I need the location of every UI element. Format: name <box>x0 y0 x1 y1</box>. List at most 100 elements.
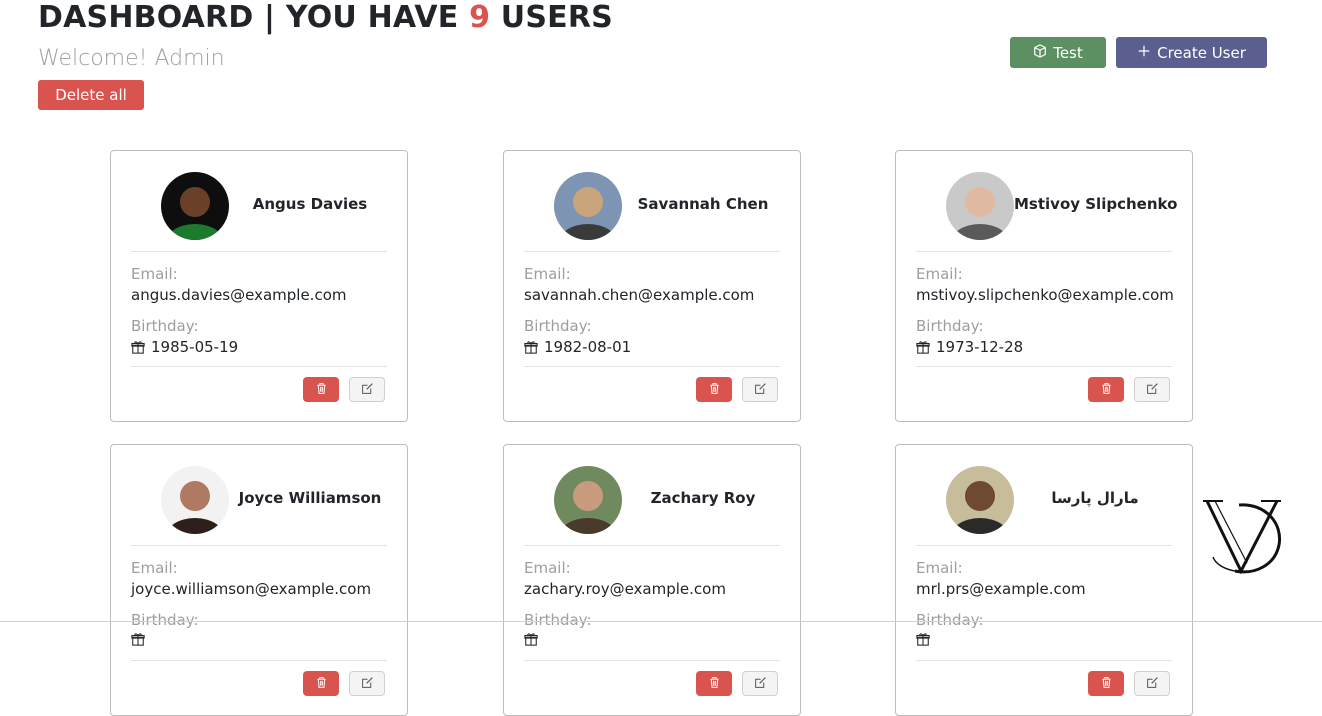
edit-icon <box>754 380 767 399</box>
edit-icon <box>1146 674 1159 693</box>
email-label: Email: <box>131 265 178 283</box>
trash-icon <box>1100 380 1113 399</box>
edit-user-button[interactable] <box>742 377 778 402</box>
edit-user-button[interactable] <box>349 671 385 696</box>
card-divider <box>916 660 1172 661</box>
email-label: Email: <box>916 265 963 283</box>
birthday-text: 1973-12-28 <box>936 338 1024 356</box>
avatar <box>554 172 622 240</box>
trash-icon <box>1100 674 1113 693</box>
plus-icon <box>1137 44 1151 62</box>
gift-icon <box>524 632 538 646</box>
logo <box>1195 483 1287 577</box>
edit-user-button[interactable] <box>1134 671 1170 696</box>
card-divider <box>524 366 780 367</box>
birthday-label: Birthday: <box>916 317 984 335</box>
avatar <box>946 172 1014 240</box>
delete-user-button[interactable] <box>1088 671 1124 696</box>
user-card: Joyce Williamson Email: joyce.williamson… <box>110 444 408 716</box>
page-bottom-divider <box>0 621 1322 622</box>
email-value: zachary.roy@example.com <box>524 580 726 598</box>
trash-icon <box>315 674 328 693</box>
edit-icon <box>1146 380 1159 399</box>
gift-icon <box>131 632 145 646</box>
title-prefix: DASHBOARD | YOU HAVE <box>38 0 470 35</box>
gift-icon <box>524 340 538 354</box>
email-label: Email: <box>131 559 178 577</box>
card-divider <box>131 545 387 546</box>
birthday-text: 1985-05-19 <box>151 338 239 356</box>
email-value: savannah.chen@example.com <box>524 286 755 304</box>
title-suffix: USERS <box>490 0 613 35</box>
user-name: Angus Davies <box>252 195 368 213</box>
avatar <box>946 466 1014 534</box>
delete-user-button[interactable] <box>1088 377 1124 402</box>
birthday-label: Birthday: <box>131 317 199 335</box>
card-divider <box>916 251 1172 252</box>
create-user-label: Create User <box>1157 43 1246 62</box>
birthday-text: 1982-08-01 <box>544 338 632 356</box>
delete-all-button[interactable]: Delete all <box>38 80 144 110</box>
delete-user-button[interactable] <box>696 671 732 696</box>
user-name: Mstivoy Slipchenko <box>1014 195 1178 213</box>
create-user-button[interactable]: Create User <box>1116 37 1267 68</box>
test-label: Test <box>1053 43 1083 62</box>
welcome-text: Welcome! Admin <box>38 46 225 71</box>
card-divider <box>131 366 387 367</box>
edit-user-button[interactable] <box>1134 377 1170 402</box>
gift-icon <box>916 340 930 354</box>
gift-icon <box>916 632 930 646</box>
email-value: joyce.williamson@example.com <box>131 580 372 598</box>
user-card: Angus Davies Email: angus.davies@example… <box>110 150 408 422</box>
trash-icon <box>708 674 721 693</box>
email-value: mstivoy.slipchenko@example.com <box>916 286 1174 304</box>
avatar <box>161 466 229 534</box>
trash-icon <box>315 380 328 399</box>
user-name: Savannah Chen <box>637 195 769 213</box>
user-card: Mstivoy Slipchenko Email: mstivoy.slipch… <box>895 150 1193 422</box>
email-value: mrl.prs@example.com <box>916 580 1086 598</box>
avatar <box>161 172 229 240</box>
birthday-label: Birthday: <box>524 611 592 629</box>
card-divider <box>524 545 780 546</box>
edit-user-button[interactable] <box>349 377 385 402</box>
email-label: Email: <box>524 559 571 577</box>
test-button[interactable]: Test <box>1010 37 1106 68</box>
user-name: مارال پارسا <box>1051 489 1139 507</box>
trash-icon <box>708 380 721 399</box>
birthday-value <box>916 632 936 646</box>
email-value: angus.davies@example.com <box>131 286 347 304</box>
birthday-value: 1982-08-01 <box>524 338 631 356</box>
birthday-label: Birthday: <box>524 317 592 335</box>
card-divider <box>524 251 780 252</box>
birthday-value <box>524 632 544 646</box>
user-card: مارال پارسا Email: mrl.prs@example.com B… <box>895 444 1193 716</box>
delete-all-label: Delete all <box>55 86 127 104</box>
delete-user-button[interactable] <box>303 377 339 402</box>
edit-icon <box>361 380 374 399</box>
user-name: Zachary Roy <box>650 489 756 507</box>
delete-user-button[interactable] <box>303 671 339 696</box>
gift-icon <box>131 340 145 354</box>
birthday-label: Birthday: <box>916 611 984 629</box>
card-divider <box>916 366 1172 367</box>
card-divider <box>916 545 1172 546</box>
user-card: Zachary Roy Email: zachary.roy@example.c… <box>503 444 801 716</box>
card-divider <box>131 660 387 661</box>
birthday-value <box>131 632 151 646</box>
page-title: DASHBOARD | YOU HAVE 9 USERS <box>38 0 613 36</box>
user-count: 9 <box>469 0 491 35</box>
email-label: Email: <box>524 265 571 283</box>
edit-icon <box>754 674 767 693</box>
edit-icon <box>361 674 374 693</box>
delete-user-button[interactable] <box>696 377 732 402</box>
birthday-value: 1985-05-19 <box>131 338 238 356</box>
email-label: Email: <box>916 559 963 577</box>
edit-user-button[interactable] <box>742 671 778 696</box>
avatar <box>554 466 622 534</box>
birthday-value: 1973-12-28 <box>916 338 1023 356</box>
card-divider <box>131 251 387 252</box>
card-divider <box>524 660 780 661</box>
cube-icon <box>1033 43 1047 62</box>
birthday-label: Birthday: <box>131 611 199 629</box>
